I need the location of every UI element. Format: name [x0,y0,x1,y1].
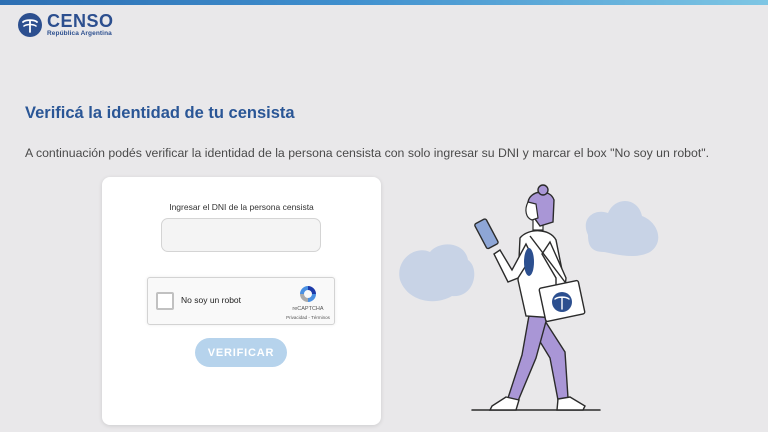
recaptcha-terms-link[interactable]: Términos [311,315,330,320]
censo-logo-icon [18,12,42,37]
page-description: A continuación podés verificar la identi… [25,146,710,160]
census-worker-illustration [399,184,659,411]
left-blob-shape [399,244,475,302]
dni-field-label: Ingresar el DNI de la persona censista [169,202,314,212]
recaptcha-privacy-link[interactable]: Privacidad [286,315,307,320]
recaptcha-links-separator: - [308,315,310,320]
front-leg [507,309,549,402]
phone-icon [474,218,499,250]
verification-card: Ingresar el DNI de la persona censista N… [102,177,381,425]
back-shoe [556,396,586,411]
brand-subtitle: República Argentina [47,30,112,37]
hair-bun [537,184,549,196]
recaptcha-brand: reCAPTCHA [292,306,324,312]
recaptcha-checkbox[interactable] [156,292,174,310]
face [525,201,539,221]
recaptcha-widget: No soy un robot reCAPTCHA Privacidad - T… [147,277,335,325]
top-accent-bar [0,0,768,5]
brand-name: CENSO [47,11,114,31]
right-blob-shape [585,200,659,257]
censo-logo[interactable]: CENSO República Argentina [18,12,114,38]
jacket-patch [524,248,534,276]
verify-button[interactable]: VERIFICAR [195,338,287,367]
recaptcha-label: No soy un robot [181,295,242,305]
front-shoe [488,396,520,411]
page-title: Verificá la identidad de tu censista [25,104,295,122]
recaptcha-links: Privacidad - Términos [276,315,340,320]
dni-input[interactable] [161,218,321,252]
recaptcha-logo-icon [300,286,316,302]
